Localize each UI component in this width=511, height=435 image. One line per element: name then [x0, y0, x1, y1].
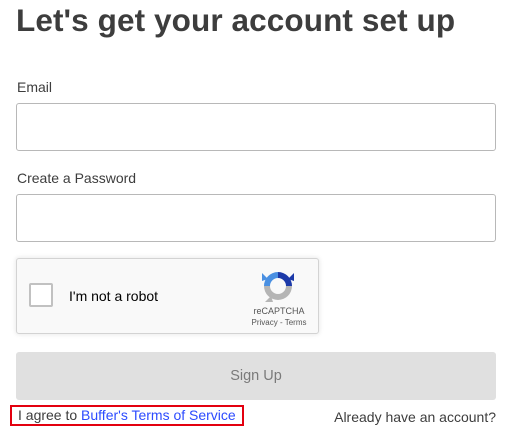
- page-title: Let's get your account set up: [16, 2, 456, 38]
- login-link[interactable]: Already have an account?: [334, 409, 496, 425]
- email-field[interactable]: [16, 103, 496, 151]
- terms-prefix: I agree to: [18, 407, 82, 423]
- recaptcha-logo-icon: [262, 272, 294, 302]
- recaptcha-widget: I'm not a robot reCAPTCHA Privacy - Term…: [16, 258, 319, 334]
- recaptcha-terms-link[interactable]: Terms: [285, 318, 307, 327]
- recaptcha-links: Privacy - Terms: [243, 318, 315, 327]
- recaptcha-brand: reCAPTCHA: [253, 306, 305, 316]
- email-label: Email: [17, 79, 53, 95]
- password-field[interactable]: [16, 194, 496, 242]
- signup-page: Let's get your account set up Email Crea…: [0, 0, 511, 435]
- recaptcha-separator: -: [277, 318, 285, 327]
- terms-of-service-link[interactable]: Buffer's Terms of Service: [81, 407, 236, 423]
- recaptcha-privacy-link[interactable]: Privacy: [252, 318, 278, 327]
- recaptcha-checkbox[interactable]: [29, 283, 53, 307]
- signup-button[interactable]: Sign Up: [16, 352, 496, 400]
- password-label: Create a Password: [17, 170, 137, 186]
- terms-agreement: I agree to Buffer's Terms of Service: [10, 405, 244, 426]
- recaptcha-label: I'm not a robot: [69, 288, 159, 304]
